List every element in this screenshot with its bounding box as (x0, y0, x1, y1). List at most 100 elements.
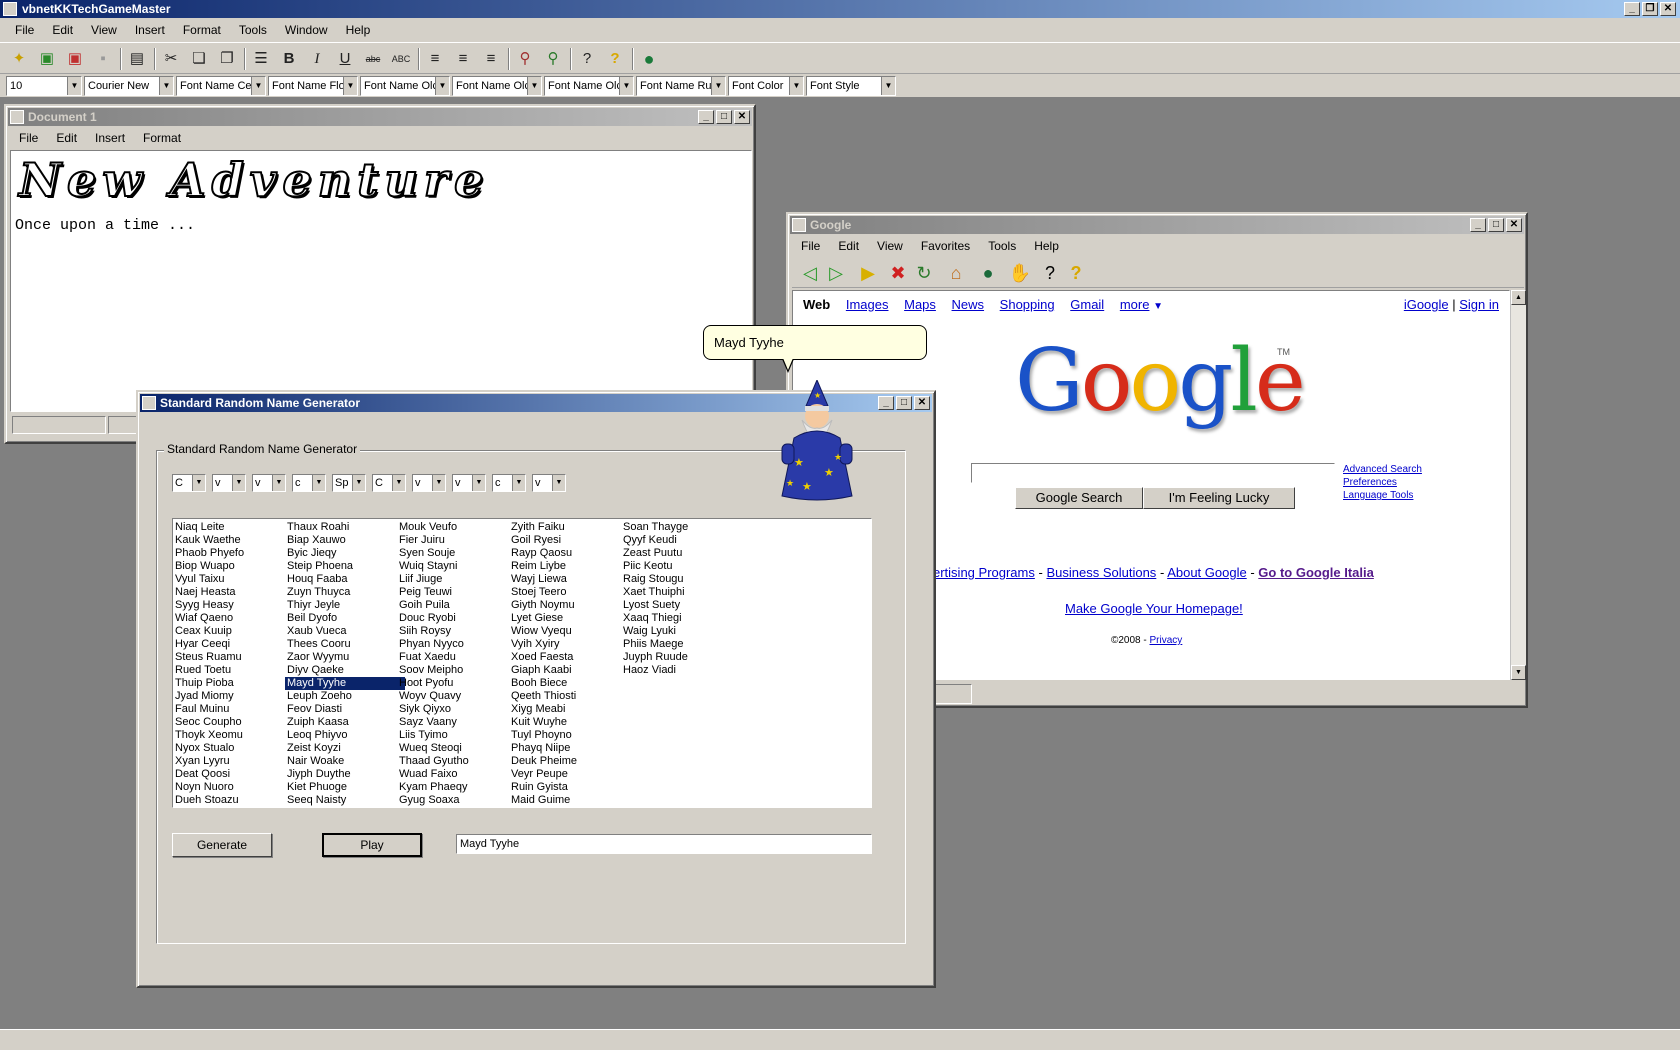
list-item[interactable]: Goih Puila (397, 599, 517, 612)
list-item[interactable]: Kauk Waethe (173, 534, 293, 547)
list-item[interactable]: Wiaf Qaeno (173, 612, 293, 625)
list-item[interactable]: Steus Ruamu (173, 651, 293, 664)
make-homepage-link[interactable]: Make Google Your Homepage! (1065, 601, 1243, 616)
list-item[interactable]: Soan Thayge (621, 521, 741, 534)
list-item[interactable]: Goil Ryesi (509, 534, 629, 547)
list-item[interactable]: Lyet Giese (509, 612, 629, 625)
list-item[interactable]: Jyad Miomy (173, 690, 293, 703)
list-item[interactable]: Rayp Qaosu (509, 547, 629, 560)
names-list[interactable]: Niaq Leite Kauk Waethe Phaob Phyefo Biop Wu… (172, 518, 872, 808)
maximize-icon[interactable]: □ (716, 110, 732, 124)
print-icon[interactable]: ▤ (126, 48, 148, 70)
refresh-icon[interactable]: ↻ (912, 262, 936, 284)
list-item[interactable]: Phayq Niipe (509, 742, 629, 755)
font-color-combo[interactable]: Font Color ▼ (728, 76, 804, 96)
list-item[interactable]: Zaor Wyymu (285, 651, 405, 664)
list-item[interactable]: Soov Meipho (397, 664, 517, 677)
list-item[interactable]: Byic Jieqy (285, 547, 405, 560)
list-item[interactable]: Waig Lyuki (621, 625, 741, 638)
pattern-combo-7[interactable]: v ▼ (412, 474, 446, 492)
list-item[interactable]: Zeist Koyzi (285, 742, 405, 755)
bullet-list-icon[interactable]: ☰ (250, 48, 272, 70)
list-item[interactable]: Qeeth Thiosti (509, 690, 629, 703)
list-item[interactable]: Wayj Liewa (509, 573, 629, 586)
sign-in-link[interactable]: Sign in (1459, 297, 1499, 312)
list-item[interactable]: Feov Diasti (285, 703, 405, 716)
minimize-icon[interactable]: _ (1470, 218, 1486, 232)
pattern-combo-9[interactable]: c ▼ (492, 474, 526, 492)
browser-menu-view[interactable]: View (868, 236, 912, 256)
language-tools-link[interactable]: Language Tools (1343, 489, 1422, 502)
align-center-icon[interactable]: ≡ (452, 48, 474, 70)
list-item[interactable]: Xoed Faesta (509, 651, 629, 664)
list-item[interactable]: Vyul Taixu (173, 573, 293, 586)
cut-icon[interactable]: ✂ (160, 48, 182, 70)
list-item[interactable]: Thiyr Jeyle (285, 599, 405, 612)
nav-web[interactable]: Web (803, 297, 830, 312)
list-item[interactable]: Xiyg Meabi (509, 703, 629, 716)
play-button[interactable]: Play (322, 833, 422, 857)
google-italia-link[interactable]: Go to Google Italia (1258, 565, 1374, 580)
menu-window[interactable]: Window (276, 18, 337, 42)
list-item[interactable]: Thees Cooru (285, 638, 405, 651)
list-item[interactable]: Rued Toetu (173, 664, 293, 677)
list-item[interactable]: Juyph Ruude (621, 651, 741, 664)
list-item[interactable]: Seoc Coupho (173, 716, 293, 729)
list-item[interactable]: Xaub Vueca (285, 625, 405, 638)
doc-menu-edit[interactable]: Edit (47, 128, 86, 148)
list-item[interactable]: Biap Xauwo (285, 534, 405, 547)
menu-view[interactable]: View (82, 18, 126, 42)
globe-icon[interactable]: ● (976, 262, 1000, 284)
generated-name-field[interactable]: Mayd Tyyhe (456, 834, 872, 854)
browser-menu-favorites[interactable]: Favorites (912, 236, 979, 256)
context-help-icon[interactable]: ? (1038, 262, 1062, 284)
list-item[interactable]: Stoej Teero (509, 586, 629, 599)
list-item[interactable]: Fuat Xaedu (397, 651, 517, 664)
italic-icon[interactable]: I (306, 48, 328, 70)
list-item[interactable]: Siih Roysy (397, 625, 517, 638)
list-item[interactable]: Biop Wuapo (173, 560, 293, 573)
nav-images[interactable]: Images (846, 297, 889, 312)
browser-menu-file[interactable]: File (792, 236, 829, 256)
doc-menu-insert[interactable]: Insert (86, 128, 134, 148)
list-item[interactable]: Giaph Kaabi (509, 664, 629, 677)
about-google-link[interactable]: About Google (1167, 565, 1247, 580)
font-size-combo[interactable]: 10 ▼ (6, 76, 82, 96)
list-item[interactable]: Piic Keotu (621, 560, 741, 573)
menu-insert[interactable]: Insert (126, 18, 174, 42)
list-item[interactable]: Wueq Steoqi (397, 742, 517, 755)
doc-menu-file[interactable]: File (10, 128, 47, 148)
scroll-up-icon[interactable]: ▲ (1511, 290, 1526, 305)
menu-tools[interactable]: Tools (230, 18, 276, 42)
list-item[interactable]: Mayd Tyyhe (285, 677, 405, 690)
document-editor[interactable]: New Adventure Once upon a time ... (10, 150, 752, 412)
bold-icon[interactable]: B (278, 48, 300, 70)
list-item[interactable]: Noyn Nuoro (173, 781, 293, 794)
advertising-link[interactable]: ertising Programs (933, 565, 1035, 580)
list-item[interactable]: Wuiq Stayni (397, 560, 517, 573)
igoogle-link[interactable]: iGoogle (1404, 297, 1449, 312)
open-icon[interactable]: ▣ (36, 48, 58, 70)
font-combo-6[interactable]: Font Name Ru ▼ (636, 76, 726, 96)
uppercase-icon[interactable]: ABC (390, 48, 412, 70)
list-item[interactable]: Kyam Phaeqy (397, 781, 517, 794)
browser-menu-help[interactable]: Help (1025, 236, 1068, 256)
menu-edit[interactable]: Edit (43, 18, 82, 42)
nav-shopping[interactable]: Shopping (1000, 297, 1055, 312)
nav-more[interactable]: more (1120, 297, 1150, 312)
list-item[interactable]: Niaq Leite (173, 521, 293, 534)
generate-button[interactable]: Generate (172, 833, 272, 857)
advanced-search-link[interactable]: Advanced Search (1343, 463, 1422, 476)
list-item[interactable]: Maid Guime (509, 794, 629, 807)
menu-help[interactable]: Help (337, 18, 380, 42)
list-item[interactable]: Reim Liybe (509, 560, 629, 573)
menu-format[interactable]: Format (174, 18, 230, 42)
minimize-icon[interactable]: _ (698, 110, 714, 124)
business-solutions-link[interactable]: Business Solutions (1046, 565, 1156, 580)
font-combo-4[interactable]: Font Name Olc ▼ (452, 76, 542, 96)
list-item[interactable]: Hyar Ceeqi (173, 638, 293, 651)
list-item[interactable]: Diyv Qaeke (285, 664, 405, 677)
list-item[interactable]: Zuiph Kaasa (285, 716, 405, 729)
list-item[interactable]: Jiyph Duythe (285, 768, 405, 781)
list-item[interactable]: Liif Jiuge (397, 573, 517, 586)
